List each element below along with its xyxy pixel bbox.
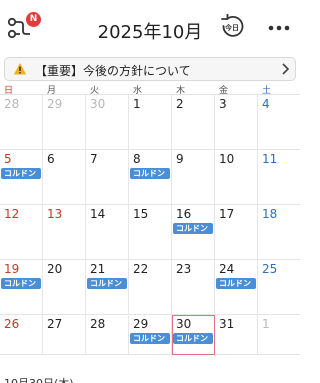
day-number: 27 [47,317,63,331]
selected-date-label: 10月30日(木) [4,375,74,383]
event-chip[interactable]: コルドン [1,168,41,179]
day-number: 29 [47,97,63,111]
event-chip[interactable]: コルドン [173,223,213,234]
day-cell[interactable]: 15 [129,205,172,260]
day-cell[interactable]: 29 コルドン [129,315,172,355]
day-cell[interactable]: 12 [0,205,43,260]
day-number: 18 [262,207,278,221]
day-number: 26 [4,317,20,331]
day-number: 30 [90,97,106,111]
day-cell[interactable]: 29 [43,95,86,150]
day-number: 13 [47,207,63,221]
day-cell[interactable]: 24 コルドン [215,260,258,315]
today-button[interactable]: 今日 [219,13,245,42]
day-number: 20 [47,262,63,276]
app-header: N 2025年10月 今日 [0,0,300,56]
day-cell[interactable]: 11 [258,150,300,205]
day-cell[interactable]: 28 [86,315,129,355]
notification-badge: N [26,12,41,27]
day-cell[interactable]: 23 [172,260,215,315]
day-number: 29 [133,317,149,331]
day-number: 24 [219,262,235,276]
day-number: 19 [4,262,20,276]
day-number: 28 [90,317,106,331]
day-number: 5 [4,152,12,166]
day-number: 7 [90,152,98,166]
day-number: 15 [133,207,149,221]
event-chip[interactable]: コルドン [1,278,41,289]
selected-day-highlight [172,315,215,355]
day-number: 31 [219,317,235,331]
event-chip[interactable]: コルドン [87,278,127,289]
day-cell[interactable]: 27 [43,315,86,355]
month-title: 2025年10月 [97,22,203,43]
notice-text: 【重要】今後の方針について [35,64,191,78]
day-number: 12 [4,207,20,221]
day-number: 2 [176,97,184,111]
day-number: 1 [262,317,270,331]
day-number: 17 [219,207,235,221]
day-cell[interactable]: 9 [172,150,215,205]
day-cell[interactable]: 28 [0,95,43,150]
day-number: 16 [176,207,192,221]
day-cell[interactable]: 31 [215,315,258,355]
day-number: 14 [90,207,106,221]
day-cell[interactable]: 26 [0,315,43,355]
day-cell[interactable]: 8 コルドン [129,150,172,205]
notice-banner[interactable]: 【重要】今後の方針について [4,57,296,81]
day-number: 1 [133,97,141,111]
day-number: 25 [262,262,278,276]
day-cell[interactable]: 6 [43,150,86,205]
weekday-header: 日月火水木金土 [0,82,300,96]
warning-triangle-icon [13,63,27,75]
day-cell[interactable]: 1 [129,95,172,150]
day-cell[interactable]: 21 コルドン [86,260,129,315]
day-number: 11 [262,152,278,166]
day-cell[interactable]: 4 [258,95,300,150]
day-cell[interactable]: 10 [215,150,258,205]
day-cell[interactable]: 18 [258,205,300,260]
day-number: 10 [219,152,235,166]
day-number: 22 [133,262,149,276]
day-cell[interactable]: 19 コルドン [0,260,43,315]
day-cell[interactable]: 14 [86,205,129,260]
day-cell[interactable]: 22 [129,260,172,315]
chevron-right-icon [282,63,290,75]
day-cell[interactable]: 17 [215,205,258,260]
day-number: 3 [219,97,227,111]
more-button[interactable] [264,18,294,38]
day-number: 28 [4,97,20,111]
day-cell[interactable]: 20 [43,260,86,315]
day-cell[interactable]: 7 [86,150,129,205]
day-cell[interactable]: 5 コルドン [0,150,43,205]
day-cell[interactable]: 3 [215,95,258,150]
event-chip[interactable]: コルドン [216,278,256,289]
day-cell[interactable]: 1 [258,315,300,355]
more-dots-icon [268,25,290,31]
day-number: 8 [133,152,141,166]
day-cell[interactable]: 16 コルドン [172,205,215,260]
day-number: 4 [262,97,270,111]
day-number: 6 [47,152,55,166]
day-cell[interactable]: 2 [172,95,215,150]
day-number: 21 [90,262,106,276]
day-cell[interactable]: 30 [86,95,129,150]
event-chip[interactable]: コルドン [130,168,170,179]
day-number: 9 [176,152,184,166]
calendar-grid: 28 29 30 1 2 3 4 5 コルドン 6 7 8 コルドン 9 10 11 12 13 14 15 16 コルド… [0,95,300,355]
day-cell[interactable]: 13 [43,205,86,260]
event-chip[interactable]: コルドン [130,333,170,344]
day-number: 23 [176,262,192,276]
day-cell[interactable]: 25 [258,260,300,315]
today-label: 今日 [225,24,239,32]
